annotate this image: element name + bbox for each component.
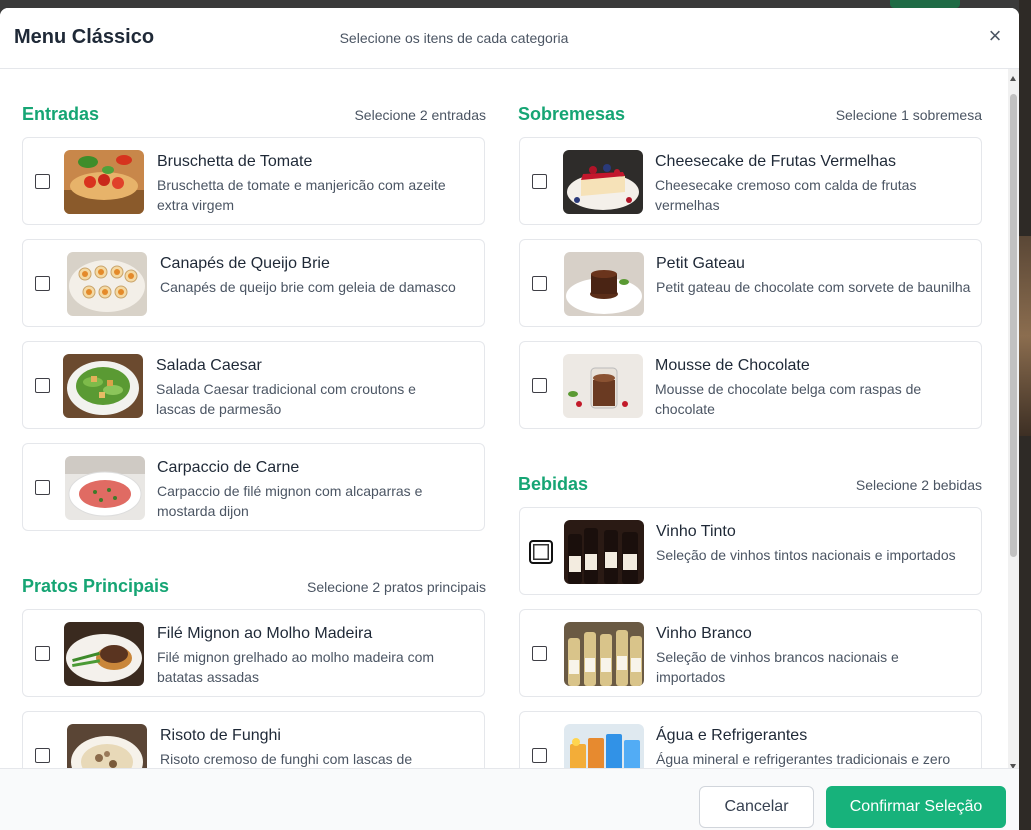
item-name: Salada Caesar (156, 357, 262, 374)
red-wine-image (564, 520, 644, 584)
section-title-bebidas: Bebidas (518, 474, 589, 494)
item-description: Cheesecake cremoso com calda de frutas v… (655, 177, 917, 213)
menu-item-card[interactable]: Canapés de Queijo Brie Canapés de queijo… (22, 239, 485, 327)
menu-item-card[interactable]: Bruschetta de Tomate Bruschetta de tomat… (22, 137, 485, 225)
item-description: Carpaccio de filé mignon com alcaparras … (157, 483, 423, 519)
item-name: Canapés de Queijo Brie (160, 255, 330, 272)
item-checkbox[interactable] (35, 480, 50, 495)
section-hint-bebidas: Selecione 2 bebidas (855, 477, 982, 493)
item-description: Canapés de queijo brie com geleia de dam… (160, 279, 456, 295)
menu-item-card[interactable]: Risoto de Funghi Risoto cremoso de fungh… (22, 711, 485, 768)
item-checkbox[interactable] (35, 276, 50, 291)
item-description: Petit gateau de chocolate com sorvete de… (656, 279, 971, 295)
item-name: Filé Mignon ao Molho Madeira (157, 625, 373, 642)
item-checkbox[interactable] (35, 174, 50, 189)
item-name: Bruschetta de Tomate (157, 153, 313, 170)
modal-footer: Cancelar Confirmar Seleção (0, 768, 1019, 830)
menu-item-card[interactable]: Petit Gateau Petit gateau de chocolate c… (519, 239, 982, 327)
white-wine-image (564, 622, 644, 686)
section-hint-sobremesas: Selecione 1 sobremesa (835, 107, 982, 123)
mousse-image (563, 354, 643, 418)
item-checkbox[interactable] (532, 174, 547, 189)
item-name: Carpaccio de Carne (157, 459, 300, 476)
menu-item-card[interactable]: Cheesecake de Frutas Vermelhas Cheesecak… (519, 137, 982, 225)
item-name: Mousse de Chocolate (655, 357, 810, 374)
section-title-entradas: Entradas (22, 104, 100, 124)
backdrop-image (1019, 236, 1031, 436)
menu-item-card[interactable]: Vinho Tinto Seleção de vinhos tintos nac… (519, 507, 982, 595)
item-description: Filé mignon grelhado ao molho madeira co… (157, 649, 435, 685)
item-checkbox[interactable] (529, 540, 553, 564)
bruschetta-image (64, 150, 144, 214)
section-hint-pratos-principais: Selecione 2 pratos principais (307, 579, 486, 595)
petit-gateau-image (564, 252, 644, 316)
item-name: Risoto de Funghi (160, 727, 281, 744)
item-checkbox[interactable] (532, 378, 547, 393)
cheesecake-image (563, 150, 643, 214)
item-description: Seleção de vinhos brancos nacionais e im… (656, 649, 899, 685)
item-checkbox[interactable] (35, 378, 50, 393)
item-description: Seleção de vinhos tintos nacionais e imp… (656, 547, 956, 563)
modal-header: Menu Clássico Selecione os itens de cada… (0, 8, 1019, 69)
close-icon[interactable]: × (984, 25, 1006, 47)
cancel-button[interactable]: Cancelar (699, 786, 814, 828)
steak-image (64, 622, 144, 686)
item-description: Salada Caesar tradicional com croutons e… (156, 381, 416, 417)
item-name: Cheesecake de Frutas Vermelhas (655, 153, 897, 170)
item-description: Mousse de chocolate belga com raspas de … (655, 381, 922, 417)
menu-item-card[interactable]: Água e Refrigerantes Água mineral e refr… (519, 711, 982, 768)
section-title-pratos-principais: Pratos Principais (22, 576, 170, 596)
carpaccio-image (65, 456, 145, 520)
confirm-selection-button[interactable]: Confirmar Seleção (826, 786, 1006, 828)
section-title-sobremesas: Sobremesas (518, 104, 626, 124)
item-description: Risoto cremoso de funghi com lascas de (160, 751, 413, 767)
item-name: Vinho Tinto (656, 523, 736, 540)
menu-item-card[interactable]: Mousse de Chocolate Mousse de chocolate … (519, 341, 982, 429)
item-description: Bruschetta de tomate e manjericão com az… (157, 177, 446, 213)
canapes-image (67, 252, 147, 316)
menu-item-card[interactable]: Vinho Branco Seleção de vinhos brancos n… (519, 609, 982, 697)
menu-modal: Menu Clássico Selecione os itens de cada… (0, 8, 1019, 830)
item-description: Água mineral e refrigerantes tradicionai… (656, 751, 951, 767)
drinks-image (564, 724, 644, 768)
backdrop-button (890, 0, 960, 8)
section-hint-entradas: Selecione 2 entradas (354, 107, 486, 123)
item-checkbox[interactable] (532, 646, 547, 661)
item-checkbox[interactable] (532, 748, 547, 763)
menu-item-card[interactable]: Filé Mignon ao Molho Madeira Filé mignon… (22, 609, 485, 697)
scroll-up-icon[interactable] (1010, 76, 1016, 81)
item-checkbox[interactable] (532, 276, 547, 291)
item-name: Petit Gateau (656, 255, 745, 272)
item-name: Água e Refrigerantes (656, 727, 808, 744)
menu-item-card[interactable]: Salada Caesar Salada Caesar tradicional … (22, 341, 485, 429)
scrollbar-thumb[interactable] (1010, 94, 1017, 557)
salad-image (63, 354, 143, 418)
item-checkbox[interactable] (35, 646, 50, 661)
modal-body: Entradas Selecione 2 entradas Bruschetta… (0, 69, 1019, 768)
item-checkbox[interactable] (35, 748, 50, 763)
risotto-image (67, 724, 147, 768)
item-name: Vinho Branco (656, 625, 752, 642)
modal-subtitle: Selecione os itens de cada categoria (339, 30, 569, 46)
menu-item-card[interactable]: Carpaccio de Carne Carpaccio de filé mig… (22, 443, 485, 531)
